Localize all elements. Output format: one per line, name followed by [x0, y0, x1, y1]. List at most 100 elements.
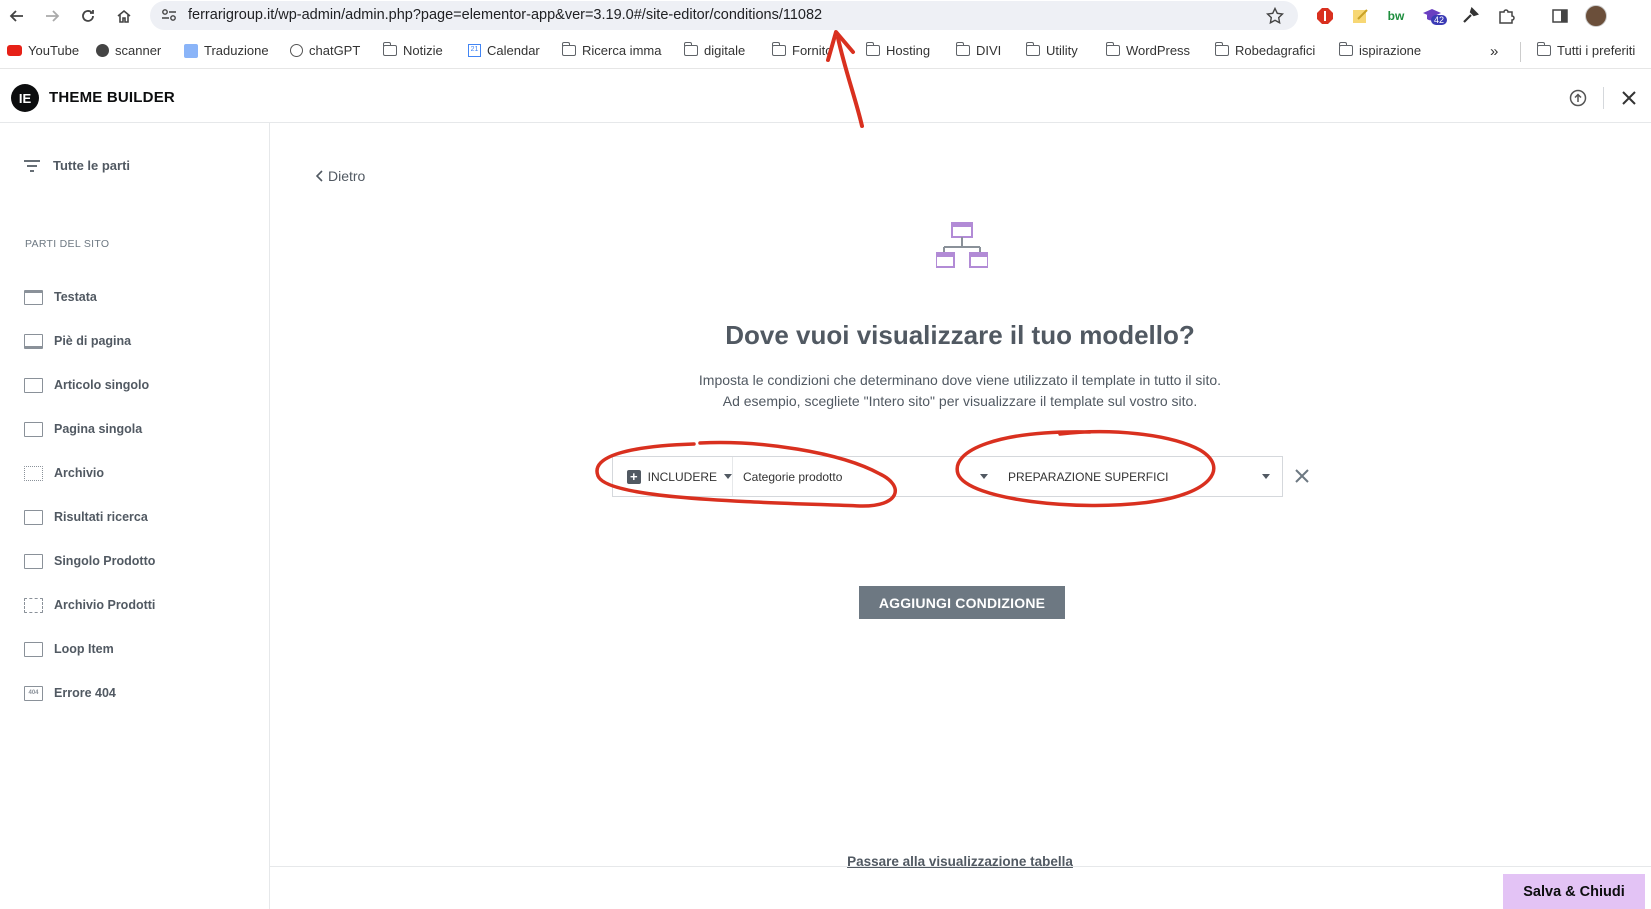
loop-item-icon: [24, 641, 43, 657]
sidebar-item-archivio-prodotti[interactable]: Archivio Prodotti: [24, 595, 155, 615]
plus-square-icon: +: [627, 469, 641, 484]
puzzle-extensions-icon[interactable]: [1495, 5, 1517, 27]
address-bar[interactable]: ferrarigroup.it/wp-admin/admin.php?page=…: [150, 1, 1298, 30]
bookmark-wordpress[interactable]: WordPress: [1105, 42, 1190, 58]
home-icon[interactable]: [112, 4, 136, 28]
bookmark-calendar[interactable]: 21 Calendar: [468, 43, 540, 58]
sidebar-item-risultati-ricerca[interactable]: Risultati ricerca: [24, 507, 148, 527]
sidebar-item-testata[interactable]: Testata: [24, 287, 97, 307]
single-product-icon: [24, 553, 43, 569]
caret-down-icon: [1262, 474, 1270, 479]
description-line-2: Ad esempio, scegliete "Intero sito" per …: [722, 393, 1198, 409]
sidebar-all-parts[interactable]: Tutte le parti: [24, 158, 130, 173]
bookmark-fornito[interactable]: Fornito: [771, 42, 832, 58]
header-separator: [1603, 87, 1604, 109]
description-line-1: Imposta le condizioni che determinano do…: [698, 372, 1222, 388]
single-post-icon: [24, 377, 43, 393]
app-header: IE THEME BUILDER: [0, 74, 1651, 123]
bookmark-robedagrafici[interactable]: Robedagrafici: [1214, 42, 1315, 58]
condition-term-select[interactable]: PREPARAZIONE SUPERFICI: [998, 457, 1282, 496]
folder-icon: [1338, 42, 1353, 56]
youtube-icon: [7, 45, 22, 56]
profile-avatar[interactable]: [1585, 5, 1607, 27]
sidebar-item-errore-404[interactable]: 404 Errore 404: [24, 683, 116, 703]
single-page-icon: [24, 421, 43, 437]
add-condition-button[interactable]: AGGIUNGI CONDIZIONE: [859, 586, 1065, 619]
graduation-cap-extension-icon[interactable]: 42: [1421, 5, 1448, 27]
folder-icon: [1536, 42, 1551, 56]
caret-down-icon: [724, 474, 732, 479]
folder-icon: [955, 42, 970, 56]
bookmarks-bar: YouTube scanner Traduzione chatGPT Notiz…: [0, 36, 1651, 69]
folder-icon: [561, 42, 576, 56]
bookmark-star-icon[interactable]: [1265, 6, 1285, 30]
folder-icon: [683, 42, 698, 56]
back-arrow-icon[interactable]: [5, 4, 29, 28]
url-text[interactable]: ferrarigroup.it/wp-admin/admin.php?page=…: [188, 7, 822, 23]
back-link[interactable]: Dietro: [316, 168, 365, 184]
close-icon[interactable]: [1617, 86, 1641, 110]
bw-extension-icon[interactable]: bw: [1385, 5, 1407, 27]
caret-down-icon: [980, 474, 988, 479]
folder-icon: [1214, 42, 1229, 56]
bookmark-all[interactable]: Tutti i preferiti: [1536, 42, 1635, 58]
condition-row: + INCLUDERE Categorie prodotto PREPARAZI…: [612, 456, 1283, 497]
calendar-icon: 21: [468, 44, 481, 57]
eyedropper-extension-icon[interactable]: [1459, 5, 1481, 27]
remove-condition-icon[interactable]: [1292, 466, 1312, 486]
bookmark-scanner[interactable]: scanner: [96, 43, 161, 58]
folder-icon: [382, 42, 397, 56]
bookmarks-overflow-chevron[interactable]: »: [1490, 43, 1498, 60]
bookmark-notizie[interactable]: Notizie: [382, 42, 443, 58]
footer-divider: [270, 866, 1651, 867]
elementor-logo: IE: [11, 84, 39, 112]
sidebar-item-pagina-singola[interactable]: Pagina singola: [24, 419, 142, 439]
include-select[interactable]: + INCLUDERE: [613, 457, 733, 496]
sidebar-item-loop-item[interactable]: Loop Item: [24, 639, 114, 659]
error-404-icon: 404: [24, 685, 43, 701]
condition-category-select[interactable]: Categorie prodotto: [733, 457, 998, 496]
app-title: THEME BUILDER: [49, 89, 175, 106]
products-archive-icon: [24, 597, 43, 613]
chatgpt-icon: [290, 44, 303, 57]
site-info-icon[interactable]: [161, 8, 177, 27]
bookmark-divi[interactable]: DIVI: [955, 42, 1001, 58]
sidebar-item-pie-di-pagina[interactable]: Piè di pagina: [24, 331, 131, 351]
sitemap-icon: [935, 222, 989, 270]
bookmark-chatgpt[interactable]: chatGPT: [290, 43, 360, 58]
filter-icon: [24, 159, 40, 172]
forward-arrow-icon[interactable]: [40, 4, 64, 28]
footer-template-icon: [24, 333, 43, 349]
globe-icon: [96, 44, 109, 57]
bookmark-traduzione[interactable]: Traduzione: [184, 43, 269, 58]
sidebar-item-archivio[interactable]: Archivio: [24, 463, 104, 483]
bookmark-ricerca-imma[interactable]: Ricerca imma: [561, 42, 661, 58]
folder-icon: [1105, 42, 1120, 56]
translate-icon: [184, 43, 198, 58]
bookmark-ispirazione[interactable]: ispirazione: [1338, 42, 1421, 58]
bookmarks-separator: [1520, 42, 1521, 62]
sidebar-item-articolo-singolo[interactable]: Articolo singolo: [24, 375, 149, 395]
header-template-icon: [24, 289, 43, 305]
reload-icon[interactable]: [76, 4, 100, 28]
browser-toolbar: ferrarigroup.it/wp-admin/admin.php?page=…: [0, 0, 1651, 32]
notes-extension-icon[interactable]: [1349, 5, 1371, 27]
bookmark-utility[interactable]: Utility: [1025, 42, 1078, 58]
folder-icon: [865, 42, 880, 56]
adblock-extension-icon[interactable]: [1314, 5, 1336, 27]
folder-icon: [771, 42, 786, 56]
bookmark-youtube[interactable]: YouTube: [7, 43, 79, 58]
search-results-icon: [24, 509, 43, 525]
save-close-button[interactable]: Salva & Chiudi: [1503, 874, 1645, 909]
chevron-left-icon: [316, 170, 323, 182]
bookmark-hosting[interactable]: Hosting: [865, 42, 930, 58]
page-heading: Dove vuoi visualizzare il tuo modello?: [725, 320, 1195, 350]
archive-icon: [24, 465, 43, 481]
extension-badge: 42: [1431, 15, 1448, 25]
info-icon[interactable]: [1566, 86, 1590, 110]
sidebar-item-singolo-prodotto[interactable]: Singolo Prodotto: [24, 551, 155, 571]
side-panel-icon[interactable]: [1549, 5, 1571, 27]
folder-icon: [1025, 42, 1040, 56]
sidebar: Tutte le parti PARTI DEL SITO Testata Pi…: [0, 123, 270, 909]
bookmark-digitale[interactable]: digitale: [683, 42, 745, 58]
